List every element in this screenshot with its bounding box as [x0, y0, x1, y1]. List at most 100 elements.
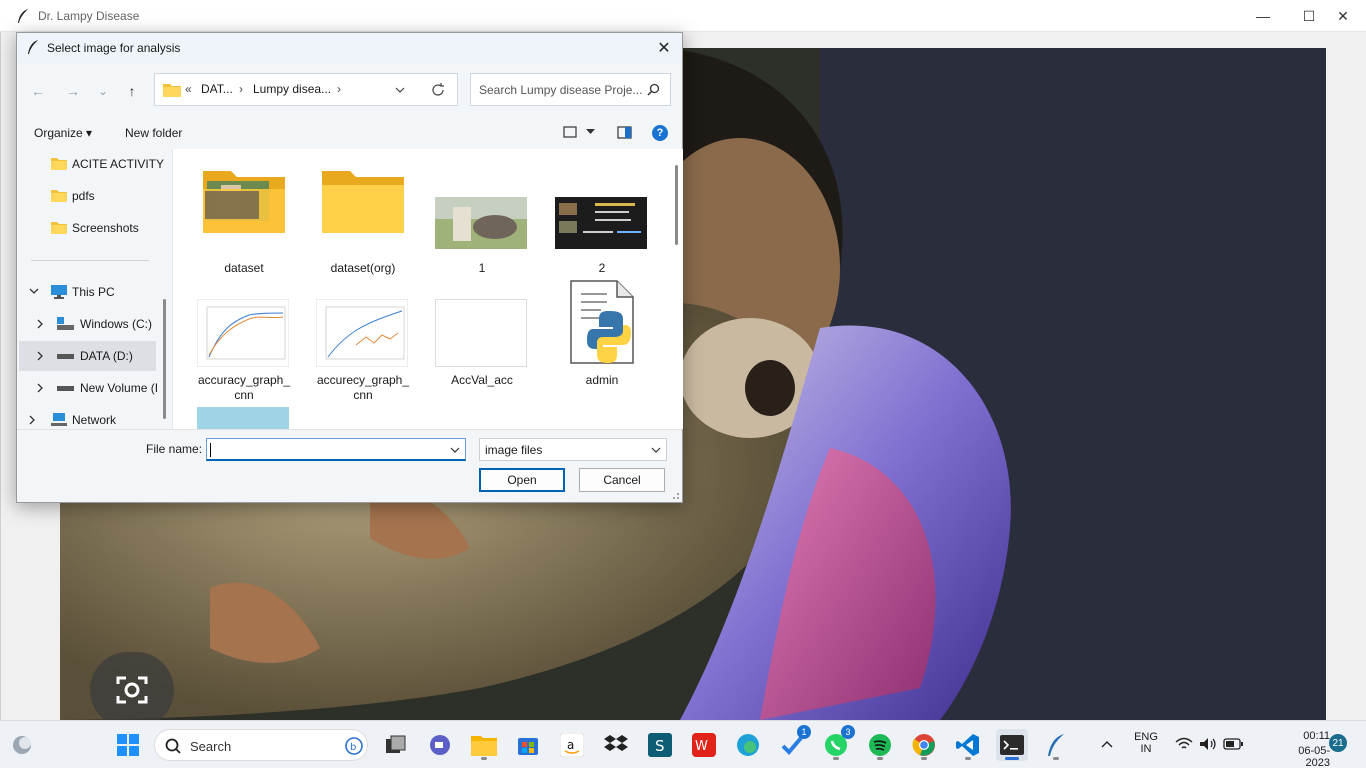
file-label: 1: [478, 261, 486, 275]
running-indicator: [965, 757, 971, 760]
chevron-down-icon[interactable]: [29, 288, 39, 295]
file-item-2[interactable]: 2: [547, 157, 657, 275]
chevron-right-icon[interactable]: [37, 351, 44, 361]
vscode-button[interactable]: [952, 729, 984, 761]
nav-item-data-d[interactable]: DATA (D:): [19, 341, 156, 371]
overflow-chevron[interactable]: «: [185, 82, 192, 96]
breadcrumb-data[interactable]: DAT...: [201, 82, 233, 96]
folder-icon: [322, 171, 404, 233]
file-label: accuracy_graph_ cnn: [197, 373, 291, 402]
nav-item-new-volume[interactable]: New Volume (I: [19, 373, 158, 403]
file-name-label: File name:: [146, 442, 203, 456]
nav-pane-scrollbar[interactable]: [163, 299, 166, 419]
close-button[interactable]: ✕: [1320, 0, 1366, 32]
open-button[interactable]: Open: [479, 468, 565, 492]
file-item-dataset[interactable]: dataset: [189, 157, 299, 275]
file-item-accurecy-graph-cnn[interactable]: accurecy_graph_ cnn: [308, 279, 418, 403]
search-input[interactable]: Search Lumpy disease Proje...: [470, 73, 671, 106]
chevron-down-icon: ⌄: [97, 84, 109, 98]
caret-down-icon[interactable]: [586, 129, 595, 135]
nav-item-screenshots[interactable]: Screenshots: [19, 213, 156, 243]
breadcrumb-lumpy-disease[interactable]: Lumpy disea...: [253, 82, 331, 96]
chevron-right-icon[interactable]: [37, 383, 44, 393]
store-icon: [518, 738, 538, 755]
notification-center-badge[interactable]: 21: [1329, 734, 1347, 752]
wifi-icon[interactable]: [1175, 737, 1193, 751]
chrome-button[interactable]: [908, 729, 940, 761]
nav-item-windows-c[interactable]: Windows (C:): [19, 309, 156, 339]
spotify-button[interactable]: [864, 729, 896, 761]
app-s-button[interactable]: S: [644, 729, 676, 761]
file-label: AccVal_acc: [451, 373, 513, 387]
folder-icon: [51, 222, 67, 234]
search-icon: [165, 738, 181, 754]
cancel-button[interactable]: Cancel: [579, 468, 665, 492]
file-item-dataset-org[interactable]: dataset(org): [308, 157, 418, 275]
chevron-right-icon[interactable]: [37, 319, 44, 329]
nav-item-this-pc[interactable]: This PC: [19, 277, 156, 307]
task-view-button[interactable]: [380, 729, 412, 761]
file-item-1[interactable]: 1: [427, 157, 537, 275]
file-item-admin[interactable]: admin: [547, 279, 657, 403]
file-type-select[interactable]: image files: [479, 438, 667, 461]
wps-office-button[interactable]: W: [688, 729, 720, 761]
chevron-down-icon[interactable]: [395, 87, 405, 94]
back-button[interactable]: ←: [27, 81, 49, 101]
amazon-button[interactable]: a: [556, 729, 588, 761]
dialog-close-button[interactable]: ✕: [652, 36, 676, 60]
app-title: Dr. Lampy Disease: [38, 9, 140, 23]
graph-thumbnail: [197, 299, 289, 367]
clock[interactable]: 00:11 06-05-2023: [1276, 730, 1330, 768]
chrome-icon: [912, 734, 935, 756]
file-item-accval-acc[interactable]: AccVal_acc: [427, 279, 537, 403]
organize-menu[interactable]: Organize ▾: [34, 126, 92, 140]
refresh-icon[interactable]: [431, 83, 445, 97]
teams-chat-button[interactable]: [424, 729, 456, 761]
forward-button[interactable]: →: [62, 81, 84, 101]
language-indicator[interactable]: ENG IN: [1128, 731, 1164, 755]
up-button[interactable]: ↑: [121, 81, 143, 101]
app-titlebar: Dr. Lampy Disease — ☐ ✕: [0, 0, 1366, 32]
whatsapp-button[interactable]: 3: [820, 725, 855, 761]
file-name-input[interactable]: [206, 438, 466, 461]
chevron-right-icon[interactable]: [29, 415, 36, 425]
feather-icon: [18, 9, 28, 23]
edge-button[interactable]: [732, 729, 764, 761]
battery-icon[interactable]: [1223, 738, 1243, 750]
feather-icon: [1048, 734, 1064, 756]
minimize-button[interactable]: —: [1240, 0, 1286, 32]
terminal-button[interactable]: [996, 729, 1028, 761]
preview-pane-icon[interactable]: [617, 126, 632, 139]
file-list-scrollbar[interactable]: [675, 165, 678, 245]
widgets-button[interactable]: [6, 729, 38, 761]
nav-item-acite-activity[interactable]: ACITE ACTIVITY: [19, 149, 164, 179]
folder-icon: [51, 190, 67, 202]
resize-grip-icon[interactable]: [670, 490, 680, 500]
start-button[interactable]: [112, 729, 144, 761]
dropbox-button[interactable]: [600, 729, 632, 761]
chevron-down-icon[interactable]: [450, 447, 460, 454]
taskbar-search[interactable]: Search b: [154, 729, 368, 761]
file-item-accuracy-graph-cnn[interactable]: accuracy_graph_ cnn: [189, 279, 299, 403]
python-app-button[interactable]: [1040, 729, 1072, 761]
address-bar[interactable]: « DAT... › Lumpy disea... ›: [154, 73, 458, 106]
file-explorer-button[interactable]: [468, 729, 500, 761]
folder-icon: [471, 736, 497, 756]
breadcrumb-separator: ›: [239, 82, 243, 96]
running-indicator: [833, 757, 839, 760]
todo-button[interactable]: 1: [776, 725, 811, 761]
command-bar: Organize ▾ New folder ?: [17, 117, 682, 149]
view-options-icon[interactable]: [563, 126, 577, 139]
caret-down-icon: ▾: [86, 126, 93, 140]
store-button[interactable]: [512, 729, 544, 761]
recent-locations-button[interactable]: ⌄: [92, 81, 114, 101]
help-icon[interactable]: ?: [652, 125, 668, 141]
image-thumbnail[interactable]: [197, 407, 289, 429]
volume-icon[interactable]: [1199, 737, 1217, 751]
google-lens-button[interactable]: [90, 652, 174, 728]
svg-text:W: W: [695, 739, 708, 754]
nav-item-pdfs[interactable]: pdfs: [19, 181, 156, 211]
nav-item-network[interactable]: Network: [19, 405, 156, 429]
chevron-up-icon[interactable]: [1101, 740, 1113, 748]
new-folder-button[interactable]: New folder: [125, 126, 182, 140]
